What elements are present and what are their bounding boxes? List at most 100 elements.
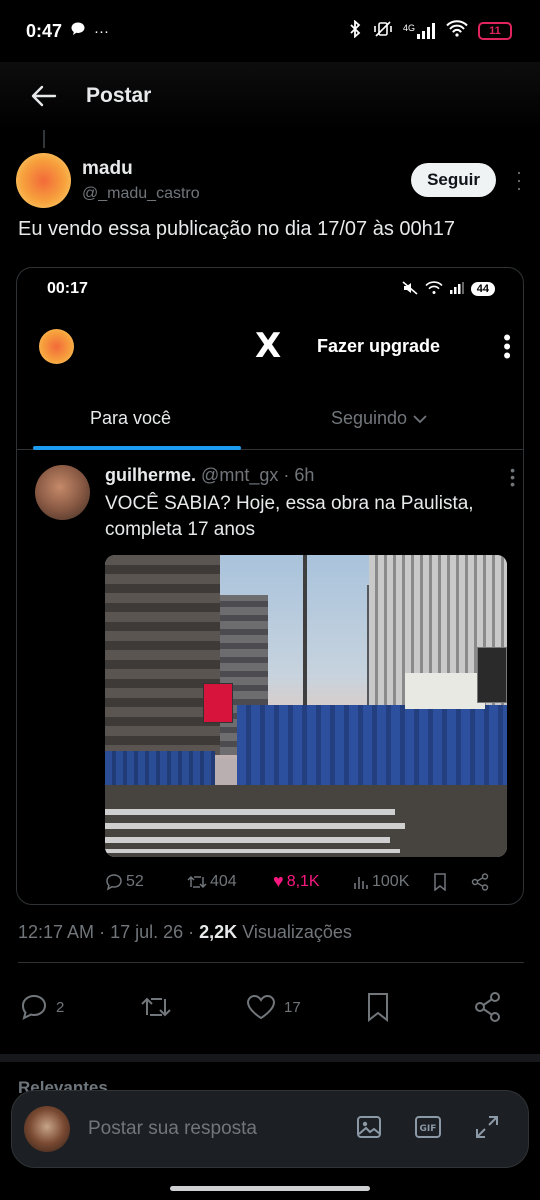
status-time: 0:47	[26, 20, 63, 41]
author-name[interactable]: madu	[82, 158, 200, 180]
author-handle[interactable]: @_madu_castro	[82, 185, 200, 203]
post-media-screenshot[interactable]: 00:17 44 X Fazer upgrade • • • Para você S…	[16, 267, 524, 905]
battery-icon: 11	[478, 22, 512, 40]
reply-icon	[21, 994, 47, 1020]
meta-separator: ·	[188, 922, 200, 942]
more-options-icon[interactable]: · · ·	[514, 163, 524, 197]
embedded-tweet-name: guilherme.	[105, 465, 197, 485]
embedded-tweet-avatar	[35, 465, 90, 520]
embedded-more-icon: • • •	[503, 324, 511, 368]
tab-for-you: Para você	[90, 408, 172, 428]
embedded-tweet-dot: ·	[283, 465, 290, 485]
reply-icon	[106, 873, 122, 891]
post-action-bar: 2 17	[20, 990, 524, 1024]
views-count[interactable]: 2,2K	[199, 922, 237, 942]
x-logo-icon: X	[255, 326, 282, 366]
embedded-status-bar: 00:17 44	[47, 280, 495, 298]
post-text: Eu vendo essa publicação no dia 17/07 às…	[18, 218, 456, 240]
top-navigation: Postar	[0, 62, 540, 130]
svg-text:GIF: GIF	[420, 1124, 437, 1134]
embedded-tweet-header: guilherme. @mnt_gx · 6h	[105, 465, 314, 486]
embedded-status-time: 00:17	[47, 280, 88, 297]
image-icon[interactable]	[356, 1114, 382, 1145]
photo-fence-left	[105, 751, 215, 785]
reply-input[interactable]: Postar sua resposta	[88, 1118, 356, 1140]
share-button[interactable]	[474, 992, 502, 1022]
heart-filled-icon: ♥	[273, 871, 284, 891]
cellular-signal-icon: 4G	[403, 23, 436, 39]
chat-notification-icon	[70, 21, 86, 41]
bookmark-icon	[368, 993, 388, 1022]
embedded-tweet-time: 6h	[294, 465, 315, 485]
embedded-retweet-count: 404	[210, 872, 237, 890]
divider	[18, 962, 524, 963]
embedded-signal-icon	[449, 281, 464, 297]
share-icon	[475, 992, 500, 1022]
embedded-battery: 44	[470, 282, 495, 296]
more-notifications-icon: ···	[94, 22, 110, 40]
photo-building-left	[105, 555, 220, 755]
tab-following-label: Seguindo	[331, 408, 408, 428]
battery-level: 11	[489, 25, 501, 37]
reply-composer[interactable]: Postar sua resposta GIF	[11, 1090, 529, 1168]
expand-icon[interactable]	[474, 1114, 500, 1145]
reply-button[interactable]: 2	[20, 993, 140, 1021]
embedded-like-count: 8,1K	[286, 872, 320, 890]
embedded-tweet-more-icon: • • •	[510, 462, 515, 492]
embedded-reply-stat: 52	[105, 873, 187, 891]
embedded-app-header: X Fazer upgrade • • •	[17, 324, 523, 368]
embedded-tweet-text: VOCÊ SABIA? Hoje, essa obra na Paulista,…	[105, 493, 474, 540]
chevron-down-icon	[412, 408, 428, 428]
retweet-icon	[141, 997, 171, 1017]
embedded-views-count: 100K	[372, 872, 410, 890]
bookmark-button[interactable]	[366, 992, 474, 1022]
embedded-wifi-icon	[425, 280, 443, 298]
embedded-tab-bar: Para você Seguindo	[17, 386, 523, 450]
upgrade-button: Fazer upgrade	[317, 335, 441, 356]
embedded-retweet-stat: 404	[187, 873, 273, 891]
retweet-icon	[187, 875, 207, 888]
bluetooth-icon	[347, 19, 363, 43]
embedded-bookmark-icon	[433, 872, 471, 891]
vibrate-mute-icon	[373, 20, 393, 43]
user-avatar	[24, 1106, 70, 1152]
embedded-reply-count: 52	[126, 872, 144, 890]
meta-separator: ·	[99, 922, 111, 942]
reply-count: 2	[56, 998, 65, 1016]
embedded-views-stat: 100K	[353, 873, 433, 891]
section-divider	[0, 1054, 540, 1062]
follow-button[interactable]: Seguir	[411, 163, 496, 197]
photo-crosswalk-stripe	[105, 823, 405, 829]
embedded-like-stat: ♥ 8,1K	[273, 871, 353, 892]
embedded-mute-icon	[402, 280, 418, 298]
street-photo	[105, 555, 507, 857]
embedded-tweet-handle: @mnt_gx	[201, 465, 279, 485]
network-type-label: 4G	[402, 23, 415, 33]
embedded-profile-avatar	[39, 328, 74, 364]
wifi-icon	[446, 20, 468, 42]
active-tab-indicator	[33, 446, 241, 450]
status-bar: 0:47 ··· 4G 11	[0, 0, 540, 62]
post-time: 12:17 AM	[18, 922, 95, 942]
post-date: 17 jul. 26	[110, 922, 184, 942]
gif-icon[interactable]: GIF	[414, 1114, 442, 1145]
views-label[interactable]: Visualizações	[242, 922, 352, 942]
repost-button[interactable]	[140, 994, 246, 1020]
embedded-tweet-actions: 52 404 ♥ 8,1K 100K	[105, 871, 507, 892]
photo-ground	[105, 785, 507, 857]
like-button[interactable]: 17	[246, 994, 366, 1020]
back-arrow-icon[interactable]	[28, 80, 60, 112]
photo-crosswalk-stripe	[105, 837, 390, 843]
embedded-share-icon	[471, 872, 489, 891]
photo-billboard	[203, 683, 233, 723]
author-avatar[interactable]	[16, 152, 71, 208]
page-title: Postar	[86, 84, 152, 107]
tab-following: Seguindo	[331, 408, 428, 429]
photo-sign-dark	[477, 647, 507, 703]
post-metadata: 12:17 AM · 17 jul. 26 · 2,2K Visualizaçõ…	[18, 922, 352, 943]
home-indicator[interactable]	[170, 1186, 370, 1191]
like-count: 17	[284, 998, 301, 1016]
heart-icon	[246, 994, 276, 1020]
photo-crosswalk-stripe	[105, 849, 400, 853]
photo-sign	[405, 673, 485, 709]
